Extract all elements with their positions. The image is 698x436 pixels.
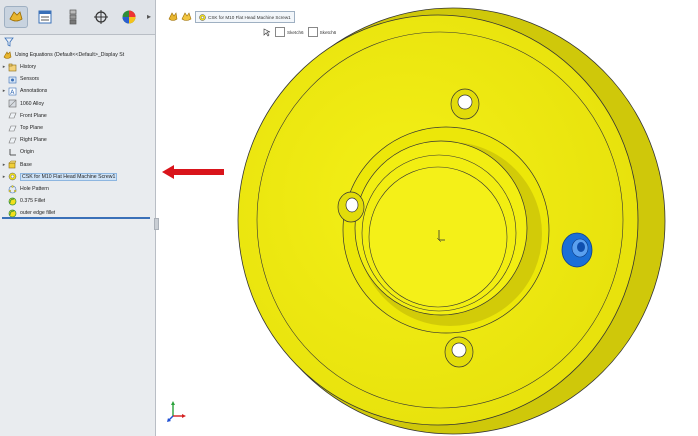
tree-item[interactable]: Origin (0, 146, 155, 158)
tree-item-label: History (20, 64, 37, 70)
circular-pattern-icon (8, 184, 17, 193)
sketch-checkbox-2[interactable]: Sketch6 (307, 27, 337, 37)
tree-item[interactable]: ▸ Base (0, 159, 155, 171)
tree-item[interactable]: ▸ History (0, 61, 155, 73)
boss-center-face (368, 166, 508, 308)
feature-manager-panel: ▸ Using Equations (Default<<Default>_Dis… (0, 0, 156, 436)
tree-root-label: Using Equations (Default<<Default>_Displ… (15, 52, 125, 58)
tree-item-label: Right Plane (20, 137, 47, 144)
tree-item[interactable]: Right Plane (0, 134, 155, 146)
hole-wizard-icon (199, 13, 206, 21)
reference-triad-icon (167, 401, 186, 422)
plane-icon (8, 137, 17, 143)
tree-item[interactable]: Top Plane (0, 122, 155, 134)
dimxpert-tab[interactable] (89, 6, 113, 28)
crosshair-icon (94, 10, 108, 24)
rollback-bar[interactable] (2, 217, 150, 219)
sensors-folder-icon (8, 76, 17, 83)
tree-item-label: Top Plane (20, 125, 44, 131)
tab-overflow-arrow-icon[interactable]: ▸ (147, 12, 151, 21)
tree-item[interactable]: Hole Pattern (0, 183, 155, 195)
filter-icon[interactable] (4, 37, 14, 47)
tree-item[interactable]: 1060 Alloy (0, 98, 155, 110)
tree-item[interactable]: Front Plane (0, 110, 155, 122)
tree-item[interactable]: ▸ A Annotations (0, 85, 155, 97)
tree-item-label: Sensors (20, 76, 40, 83)
material-icon (8, 99, 17, 108)
tree-item-label: 1060 Alloy (20, 100, 44, 107)
extrude-feature-icon (8, 160, 17, 169)
property-list-icon (38, 10, 52, 24)
plane-icon (8, 112, 17, 119)
propertymanager-tab[interactable] (33, 6, 57, 28)
tree-item[interactable]: 0.375 Fillet (0, 195, 155, 207)
flange-part-model[interactable] (237, 7, 666, 435)
breadcrumb-item[interactable]: CSK for M10 Flat Head Machine Screw1 (195, 11, 295, 23)
checkbox-icon[interactable] (275, 27, 285, 37)
tree-root-part[interactable]: Using Equations (Default<<Default>_Displ… (3, 49, 124, 61)
breadcrumb-label: CSK for M10 Flat Head Machine Screw1 (208, 14, 291, 20)
breadcrumb: CSK for M10 Flat Head Machine Screw1 (168, 11, 295, 23)
hole-top[interactable] (450, 88, 480, 120)
hole-bottom[interactable] (444, 336, 474, 368)
featuremanager-tab[interactable] (4, 6, 28, 28)
tree-item-label: Front Plane (20, 112, 47, 119)
sketch-checkbox-1[interactable]: Sketch6 (275, 27, 304, 37)
expand-toggle[interactable]: ▸ (0, 88, 8, 94)
part-icon[interactable] (168, 12, 178, 22)
configurationmanager-tab[interactable] (61, 6, 85, 28)
sketch-label: Sketch6 (287, 29, 304, 35)
part-feature-icon (9, 11, 23, 22)
tree-item-label: Origin (20, 149, 34, 156)
breadcrumb-feature-icon[interactable] (181, 12, 192, 22)
expand-toggle[interactable]: ▸ (0, 162, 8, 168)
feature-manager-tabbar: ▸ (0, 0, 155, 35)
history-folder-icon (8, 63, 17, 71)
tree-item-label: Base (20, 161, 32, 168)
hole-left[interactable] (337, 191, 365, 223)
configuration-icon (69, 9, 77, 25)
part-icon (3, 50, 12, 59)
tree-item-label: Annotations (20, 88, 48, 95)
tree-item[interactable]: Sensors (0, 73, 155, 85)
tree-item-label: Hole Pattern (20, 186, 49, 192)
sketch-label: Sketch6 (319, 29, 337, 35)
tree-item-label: outer edge fillet (20, 210, 56, 217)
annotations-icon: A (8, 87, 17, 96)
hole-right-highlighted[interactable] (561, 232, 593, 268)
tree-item-label: CSK for M10 Flat Head Machine Screw1 (20, 172, 118, 181)
expand-toggle[interactable]: ▸ (0, 64, 8, 70)
hole-wizard-icon (8, 173, 17, 181)
checkbox-icon[interactable] (307, 27, 318, 37)
origin-icon (9, 148, 16, 156)
fillet-icon (8, 197, 17, 206)
cursor-arrow-icon (263, 28, 271, 36)
expand-toggle[interactable]: ▸ (0, 174, 8, 180)
display-manager-tab[interactable] (117, 6, 141, 28)
plane-icon (8, 125, 17, 131)
graphics-viewport[interactable] (156, 0, 698, 436)
tree-item-label: 0.375 Fillet (20, 198, 46, 205)
sketch-selector: Sketch6 Sketch6 (263, 27, 340, 37)
tree-item[interactable]: ▸ CSK for M10 Flat Head Machine Screw1 (0, 171, 155, 183)
appearance-sphere-icon (122, 10, 136, 24)
